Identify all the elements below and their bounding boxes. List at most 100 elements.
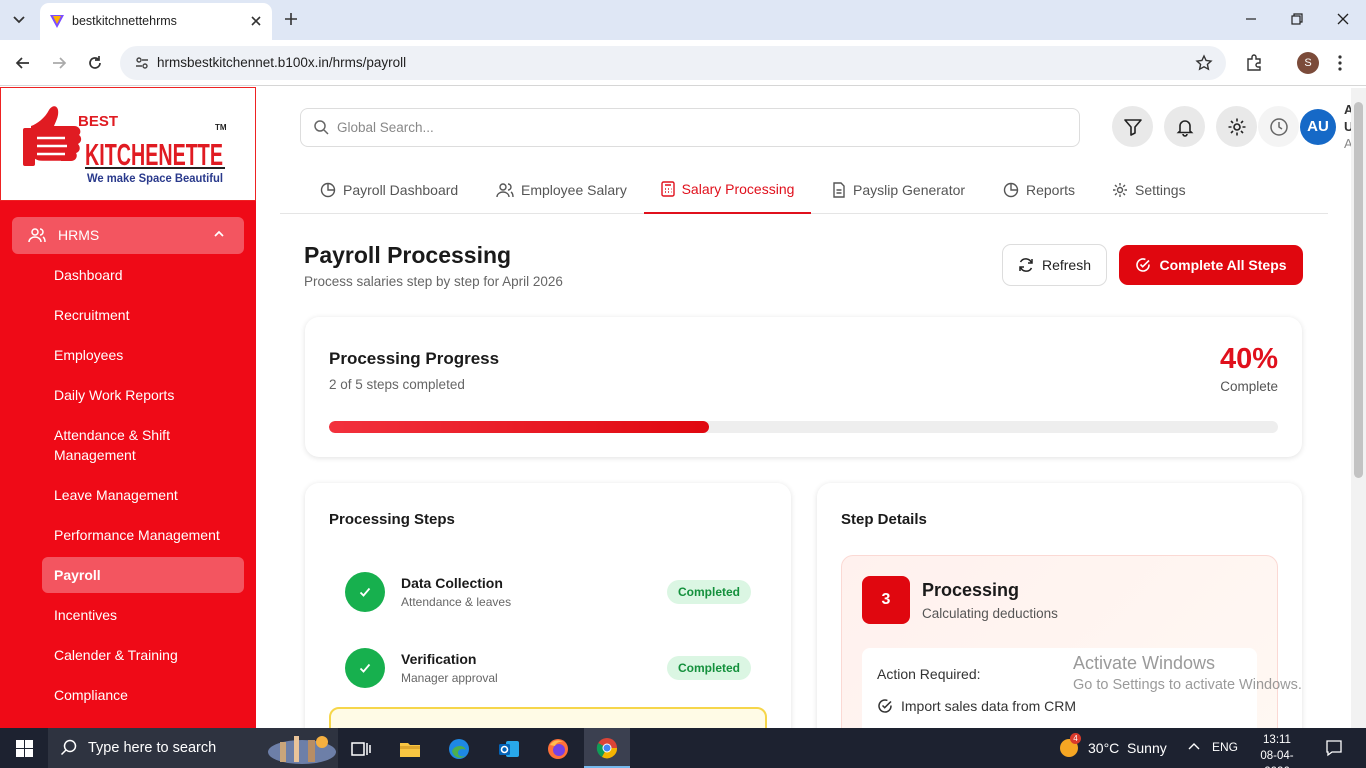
search-icon: [313, 119, 330, 136]
page-subtitle: Process salaries step by step for April …: [304, 274, 563, 289]
tab-reports[interactable]: Reports: [1003, 166, 1075, 214]
sidebar-group-hrms[interactable]: HRMS: [12, 217, 244, 254]
step-title: Verification: [401, 651, 477, 667]
clock-time: 13:11: [1263, 734, 1291, 746]
site-info-icon[interactable]: [134, 55, 150, 71]
sidebar-item-compliance[interactable]: Compliance: [54, 685, 128, 705]
weather-widget[interactable]: 4 30°C Sunny: [1058, 733, 1167, 759]
notifications-button[interactable]: [1164, 106, 1205, 147]
brand-logo-best-text: BEST: [78, 113, 118, 130]
bookmark-star-icon[interactable]: [1195, 54, 1213, 72]
tab-label: Payroll Dashboard: [343, 182, 459, 198]
reload-icon[interactable]: [86, 54, 104, 72]
step-item-verification[interactable]: Verification Manager approval Completed: [329, 635, 767, 695]
tab-label: Reports: [1026, 182, 1076, 198]
firefox-icon[interactable]: [546, 737, 570, 761]
progress-bar-track: [329, 421, 1278, 433]
clock-icon: [1269, 117, 1289, 137]
filter-icon: [1123, 117, 1143, 137]
status-badge: Completed: [667, 656, 751, 680]
step-title: Data Collection: [401, 575, 503, 591]
chevron-up-icon[interactable]: [1188, 741, 1200, 753]
complete-all-steps-button[interactable]: Complete All Steps: [1119, 245, 1303, 285]
sidebar-item-dashboard[interactable]: Dashboard: [54, 265, 123, 285]
sidebar-item-calender-training[interactable]: Calender & Training: [54, 645, 178, 665]
current-step-title: Processing: [922, 580, 1020, 600]
brand-tagline-text: We make Space Beautiful: [87, 173, 223, 185]
outlook-icon[interactable]: [497, 737, 521, 761]
global-search-input[interactable]: Global Search...: [300, 108, 1080, 147]
browser-menu-icon[interactable]: [1337, 54, 1343, 72]
action-item[interactable]: Import sales data from CRM: [877, 698, 1076, 714]
sidebar-item-attendance-shift[interactable]: Attendance & Shift Management: [54, 425, 204, 465]
tab-employee-salary[interactable]: Employee Salary: [496, 166, 627, 214]
tab-payslip-generator[interactable]: Payslip Generator: [832, 166, 965, 214]
tab-settings[interactable]: Settings: [1112, 166, 1186, 214]
gear-icon: [1112, 182, 1128, 198]
file-explorer-icon[interactable]: [398, 737, 422, 761]
sidebar-item-employees[interactable]: Employees: [54, 345, 123, 365]
complete-all-steps-label: Complete All Steps: [1159, 257, 1287, 273]
tab-payroll-dashboard[interactable]: Payroll Dashboard: [320, 166, 458, 214]
current-step-subtitle: Calculating deductions: [922, 606, 1058, 621]
tab-search-chevron-icon[interactable]: [8, 9, 30, 31]
sidebar-item-performance-management[interactable]: Performance Management: [54, 525, 220, 545]
scrollbar-thumb[interactable]: [1354, 102, 1363, 478]
sidebar-item-daily-work-reports[interactable]: Daily Work Reports: [54, 385, 174, 405]
sun-icon: 4: [1058, 733, 1081, 759]
tab-label: Employee Salary: [521, 182, 627, 198]
edge-browser-icon[interactable]: [447, 737, 471, 761]
sidebar: BEST KITCHENETTE TM We make Space Beauti…: [0, 87, 256, 728]
system-clock[interactable]: 13:11 08-04-2026: [1250, 732, 1304, 768]
filter-button[interactable]: [1112, 106, 1153, 147]
steps-card-title: Processing Steps: [329, 511, 455, 528]
back-arrow-icon[interactable]: [14, 54, 32, 72]
close-tab-icon[interactable]: [249, 14, 263, 28]
action-required-heading: Action Required:: [877, 666, 981, 682]
step-item-data-collection[interactable]: Data Collection Attendance & leaves Comp…: [329, 559, 767, 619]
address-toolbar: hrmsbestkitchennet.b100x.in/hrms/payroll…: [0, 40, 1366, 86]
extensions-puzzle-icon[interactable]: [1245, 54, 1263, 72]
user-avatar[interactable]: AU: [1300, 109, 1336, 145]
taskbar-search-input[interactable]: Type here to search: [48, 728, 338, 768]
watermark-title: Activate Windows: [1073, 653, 1216, 673]
document-icon: [832, 182, 846, 198]
search-placeholder: Global Search...: [337, 120, 434, 135]
browser-tab[interactable]: bestkitchnettehrms: [40, 3, 272, 40]
step-details-card: Step Details 3 Processing Calculating de…: [817, 483, 1302, 768]
history-button[interactable]: [1258, 106, 1299, 147]
refresh-button[interactable]: Refresh: [1002, 244, 1107, 286]
close-window-icon[interactable]: [1336, 12, 1350, 26]
page-scrollbar[interactable]: [1351, 88, 1366, 728]
taskbar-search-placeholder: Type here to search: [88, 740, 217, 756]
chrome-taskbar-button[interactable]: [584, 728, 630, 768]
restore-window-icon[interactable]: [1290, 12, 1304, 26]
step-number-badge: 3: [862, 576, 910, 624]
settings-button[interactable]: [1216, 106, 1257, 147]
notification-center-icon[interactable]: [1325, 739, 1343, 757]
sidebar-item-leave-management[interactable]: Leave Management: [54, 485, 178, 505]
task-view-icon[interactable]: [349, 737, 373, 761]
tab-title: bestkitchnettehrms: [72, 14, 177, 28]
brand-logo-tm-text: TM: [215, 123, 227, 132]
gear-icon: [1227, 117, 1247, 137]
sidebar-item-recruitment[interactable]: Recruitment: [54, 305, 129, 325]
sidebar-item-incentives[interactable]: Incentives: [54, 605, 117, 625]
chevron-up-icon[interactable]: [212, 227, 226, 241]
minimize-window-icon[interactable]: [1244, 12, 1258, 26]
watermark-subtitle: Go to Settings to activate Windows.: [1073, 677, 1302, 693]
processing-progress-card: Processing Progress 2 of 5 steps complet…: [305, 317, 1302, 457]
windows-start-icon[interactable]: [16, 740, 33, 757]
brand-logo-name-text: KITCHENETTE: [85, 137, 223, 172]
chrome-icon: [595, 736, 619, 760]
url-bar[interactable]: hrmsbestkitchennet.b100x.in/hrms/payroll: [120, 46, 1226, 80]
forward-arrow-icon[interactable]: [50, 54, 68, 72]
check-circle-icon: [877, 698, 893, 714]
brand-logo[interactable]: BEST KITCHENETTE TM We make Space Beauti…: [0, 87, 256, 201]
profile-avatar[interactable]: S: [1297, 52, 1319, 74]
status-badge: Completed: [667, 580, 751, 604]
input-language[interactable]: ENG: [1212, 740, 1238, 754]
sidebar-item-payroll[interactable]: Payroll: [54, 565, 101, 585]
tab-salary-processing[interactable]: Salary Processing: [644, 166, 811, 214]
new-tab-icon[interactable]: [283, 11, 299, 27]
